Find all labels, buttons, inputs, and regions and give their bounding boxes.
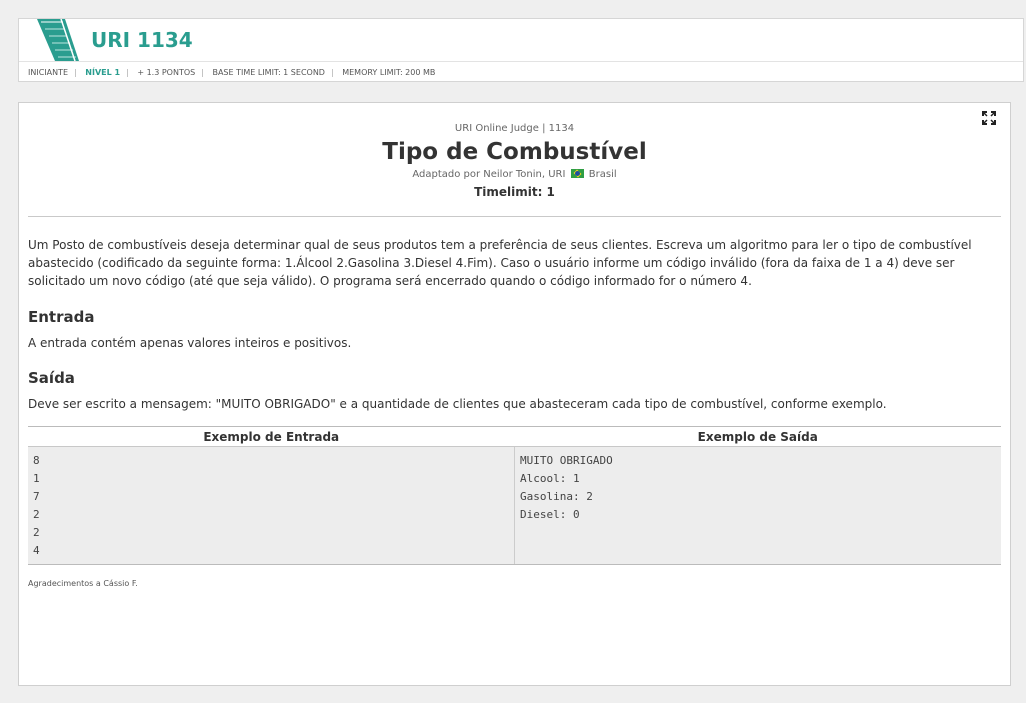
output-description: Deve ser escrito a mensagem: "MUITO OBRI… [28,397,887,411]
input-heading: Entrada [28,308,95,326]
category-label[interactable]: INICIANTE [28,68,68,77]
country-text: Brasil [588,169,617,180]
output-heading: Saída [28,369,75,387]
author-text: Adaptado por Neilor Tonin, URI [412,169,566,180]
example-output-line: Alcool: 1 [520,472,580,485]
example-input-line: 2 [33,508,40,521]
example-output-line: MUITO OBRIGADO [520,454,613,467]
example-input-line: 4 [33,544,40,557]
brazil-flag-icon [570,169,584,178]
example-output-cell[interactable]: MUITO OBRIGADO Alcool: 1 Gasolina: 2 Die… [515,447,1001,564]
example-input-line: 7 [33,490,40,503]
examples-table: Exemplo de Entrada Exemplo de Saída 8 1 … [28,426,1001,565]
points-label: + 1.3 PONTOS [137,68,196,77]
input-description: A entrada contém apenas valores inteiros… [28,336,352,350]
example-input-header: Exemplo de Entrada [28,427,515,447]
problem-description: Um Posto de combustíveis deseja determin… [28,238,972,288]
example-output-line: Diesel: 0 [520,508,580,521]
divider [28,216,1001,217]
expand-icon[interactable] [982,111,996,125]
header-top: URI 1134 [19,19,1023,62]
example-output-header: Exemplo de Saída [514,427,1001,447]
acknowledgement: Agradecimentos a Cássio F. [28,579,138,588]
example-input-line: 8 [33,454,40,467]
memory-limit-label: MEMORY LIMIT: 200 MB [342,68,436,77]
level-label[interactable]: NÍVEL 1 [85,68,120,77]
example-output-line: Gasolina: 2 [520,490,593,503]
uri-logo-icon [37,19,79,61]
time-limit-label: BASE TIME LIMIT: 1 SECOND [212,68,325,77]
page-title: Tipo de Combustível [382,139,647,165]
header-title: URI 1134 [91,28,193,52]
example-input-cell[interactable]: 8 1 7 2 2 4 [28,447,515,564]
author-line: Adaptado por Neilor Tonin, URI Brasil [19,169,1010,180]
example-input-line: 1 [33,472,40,485]
timelimit-label: Timelimit: 1 [474,185,555,199]
problem-header: URI 1134 INICIANTE | NÍVEL 1 | + 1.3 PONTO… [18,18,1024,82]
example-input-line: 2 [33,526,40,539]
problem-meta-bar: INICIANTE | NÍVEL 1 | + 1.3 PONTOS | BASE T… [28,68,436,77]
problem-card: URI Online Judge | 1134 Tipo de Combustí… [18,102,1011,686]
judge-label: URI Online Judge | 1134 [454,123,575,134]
